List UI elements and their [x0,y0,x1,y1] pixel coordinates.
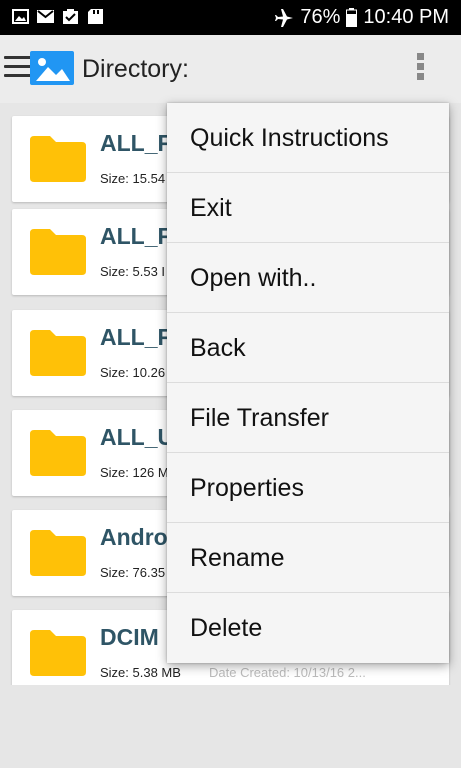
file-size: Size: 5.53 I [100,264,166,279]
overflow-popup-menu: Quick Instructions Exit Open with.. Back… [167,103,449,663]
menu-item-delete[interactable]: Delete [167,593,449,663]
file-size: Size: 126 M [100,465,169,480]
hamburger-icon[interactable] [4,56,32,78]
menu-item-rename[interactable]: Rename [167,523,449,593]
file-size: Size: 76.35 [100,565,166,580]
page-title: Directory: [82,55,189,83]
file-name: ALL_F [100,324,172,350]
menu-item-properties[interactable]: Properties [167,453,449,523]
folder-icon [30,530,86,576]
status-bar: 76% 10:40 PM [0,0,461,35]
airplane-icon [275,8,294,27]
image-icon [12,9,29,24]
mail-icon [37,10,54,23]
battery-percent: 76% [300,6,341,28]
file-name: Andro [100,524,168,550]
app-logo-icon [30,51,74,85]
file-name: ALL_F [100,130,172,156]
folder-icon [30,630,86,676]
menu-item-quick-instructions[interactable]: Quick Instructions [167,103,449,173]
file-name: ALL_F [100,223,172,249]
menu-item-back[interactable]: Back [167,313,449,383]
battery-icon [346,8,358,27]
notification-icons [12,9,104,24]
file-size: Size: 10.26 [100,365,166,380]
folder-icon [30,430,86,476]
menu-item-file-transfer[interactable]: File Transfer [167,383,449,453]
clock: 10:40 PM [363,6,449,28]
file-date: Date Created: 10/13/16 2... [209,665,366,680]
app-bar: Directory: [0,35,461,103]
file-name: DCIM [100,624,159,650]
overflow-menu-icon[interactable] [412,53,428,87]
folder-icon [30,229,86,275]
file-size: Size: 15.54 [100,171,166,186]
menu-item-open-with[interactable]: Open with.. [167,243,449,313]
sd-card-icon [88,9,103,24]
folder-icon [30,136,86,182]
clipboard-check-icon [63,9,78,24]
file-name: ALL_U [100,424,175,450]
system-status: 76% 10:40 PM [274,6,449,29]
menu-item-exit[interactable]: Exit [167,173,449,243]
folder-icon [30,330,86,376]
file-size: Size: 5.38 MB [100,665,181,680]
